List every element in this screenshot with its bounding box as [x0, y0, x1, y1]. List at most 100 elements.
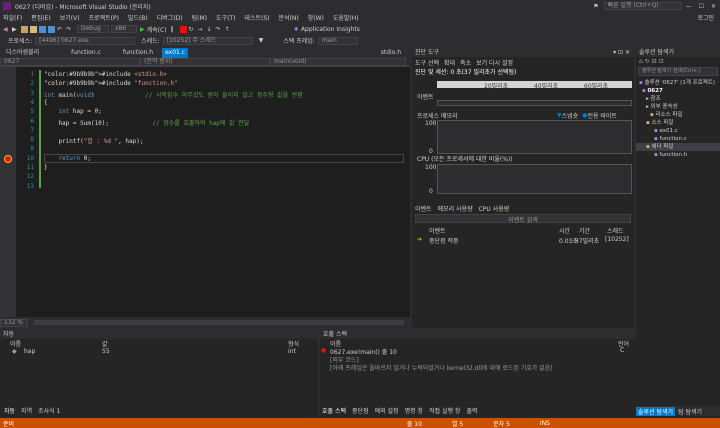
- tab-immediate-window[interactable]: 직접 실행 창: [429, 406, 460, 415]
- filter-icon[interactable]: ▼: [259, 37, 264, 44]
- app-insights-icon[interactable]: ♦: [294, 26, 299, 33]
- step-over-icon[interactable]: ↷: [216, 26, 223, 33]
- platform-dropdown[interactable]: x86: [111, 25, 137, 33]
- tree-source-files[interactable]: ▪ 소스 파일: [636, 119, 720, 127]
- new-project-icon[interactable]: [21, 25, 28, 33]
- tree-solution[interactable]: ▪ 솔루션 '0627' (1개 프로젝트): [636, 79, 720, 87]
- menu-file[interactable]: 파일(F): [3, 13, 22, 22]
- tab-locals[interactable]: 지역: [21, 406, 32, 415]
- tree-function-h[interactable]: ▪ function.h: [636, 151, 720, 159]
- memory-graph[interactable]: [437, 120, 632, 154]
- login-link[interactable]: 로그인: [697, 13, 714, 22]
- quick-launch-input[interactable]: 빠른 실행 (Ctrl+Q): [603, 2, 682, 10]
- tab-function-h[interactable]: function.h: [120, 48, 156, 58]
- menu-project[interactable]: 프로젝트(P): [89, 13, 119, 22]
- tab-command-window[interactable]: 명령 창: [405, 406, 423, 415]
- step-out-icon[interactable]: ↑: [225, 26, 232, 33]
- solution-search-input[interactable]: 솔루션 탐색기 검색(Ctrl+;): [638, 67, 718, 76]
- frame-dropdown[interactable]: main: [317, 36, 358, 45]
- menu-team[interactable]: 팀(M): [192, 13, 207, 22]
- tree-external-deps[interactable]: ▸ 외부 종속성: [636, 103, 720, 111]
- back-icon[interactable]: ◀: [3, 26, 10, 33]
- code-line[interactable]: printf("합 : %d ", hap);: [44, 136, 143, 145]
- code-line[interactable]: }: [44, 164, 48, 171]
- break-all-icon[interactable]: ‖: [171, 26, 178, 33]
- continue-button[interactable]: 계속(C): [147, 25, 167, 34]
- code-line[interactable]: int hap = 0;: [44, 108, 101, 115]
- config-dropdown[interactable]: Debug: [77, 25, 109, 33]
- menu-tools[interactable]: 도구(T): [216, 13, 235, 22]
- horizontal-scrollbar[interactable]: [34, 320, 404, 325]
- code-line[interactable]: return 0;: [44, 155, 91, 162]
- menu-analyze[interactable]: 분석(N): [278, 13, 298, 22]
- nav-project-dropdown[interactable]: 0627: [0, 58, 140, 66]
- zoom-in-button[interactable]: 확대: [444, 58, 455, 67]
- tab-stdio-h[interactable]: stdio.h: [378, 48, 404, 58]
- save-icon[interactable]: [39, 25, 46, 33]
- tree-ex01-c[interactable]: ▪ ex01.c: [636, 127, 720, 135]
- cpu-graph[interactable]: [437, 164, 632, 194]
- tree-references[interactable]: ▸ 참조: [636, 95, 720, 103]
- autos-row[interactable]: ◆ hap 55 int: [0, 347, 318, 355]
- undo-icon[interactable]: ↶: [57, 26, 64, 33]
- save-all-icon[interactable]: [48, 25, 55, 33]
- pin-icon[interactable]: ▾ ⊡ ✕: [613, 48, 630, 57]
- code-line[interactable]: {: [44, 99, 48, 106]
- minimize-button[interactable]: —: [686, 3, 692, 10]
- thread-dropdown[interactable]: [10252] 주 스레드: [162, 36, 253, 45]
- tree-project[interactable]: ▪ 0627: [636, 87, 720, 95]
- callstack-row-kernel[interactable]: [아래 프레임은 올바르지 않거나 누락되었거나 kernel32.dll에 대…: [320, 363, 636, 372]
- menu-edit[interactable]: 편집(E): [31, 13, 51, 22]
- step-into-icon[interactable]: ↓: [207, 26, 214, 33]
- menu-test[interactable]: 테스트(S): [244, 13, 269, 22]
- callstack-row-main[interactable]: ● 0627.exe!main() 줄 10 C: [320, 347, 636, 356]
- tab-watch1[interactable]: 조사식 1: [38, 406, 60, 415]
- tree-function-c[interactable]: ▪ function.c: [636, 135, 720, 143]
- maximize-button[interactable]: ☐: [699, 3, 704, 10]
- app-insights-button[interactable]: Application Insights: [301, 26, 360, 33]
- tree-resource-files[interactable]: ▪ 리소스 파일: [636, 111, 720, 119]
- code-editor[interactable]: [0, 67, 410, 317]
- tab-cpu-usage[interactable]: CPU 사용량: [479, 204, 510, 213]
- tab-breakpoints[interactable]: 중단점: [352, 406, 369, 415]
- code-line[interactable]: "color:#9b9b9b">#include <stdio.h>: [44, 71, 167, 78]
- menu-debug[interactable]: 디버그(D): [157, 13, 183, 22]
- tab-memory-usage[interactable]: 메모리 사용량: [438, 204, 473, 213]
- code-line[interactable]: hap = Sum(10); // 함수를 호출하여 hap에 값 전달: [44, 118, 249, 127]
- zoom-dropdown[interactable]: 132 %: [0, 318, 28, 327]
- menu-build[interactable]: 빌드(B): [128, 13, 148, 22]
- menu-view[interactable]: 보기(V): [60, 13, 80, 22]
- menu-help[interactable]: 도움말(H): [333, 13, 359, 22]
- tab-function-c[interactable]: function.c: [68, 48, 104, 58]
- event-search-input[interactable]: 이벤트 검색: [415, 214, 631, 224]
- show-next-statement-icon[interactable]: →: [198, 26, 205, 33]
- tree-header-files[interactable]: ▪ 헤더 파일: [636, 143, 720, 151]
- tab-call-stack[interactable]: 호출 스택: [322, 406, 346, 415]
- zoom-out-button[interactable]: 축소: [460, 58, 471, 67]
- process-dropdown[interactable]: [4496] 0627.exe: [35, 36, 136, 45]
- nav-function-dropdown[interactable]: main(void): [270, 58, 406, 66]
- tab-team-explorer[interactable]: 팀 탐색기: [678, 407, 702, 416]
- event-row[interactable]: ➔ 중단점 적중 0.03초 37밀리초 [10252]: [415, 236, 631, 245]
- close-button[interactable]: ✕: [711, 3, 716, 10]
- tab-events[interactable]: 이벤트: [415, 204, 432, 213]
- continue-icon[interactable]: ▶: [140, 26, 145, 33]
- code-line[interactable]: "color:#9b9b9b">#include "function.h": [44, 80, 178, 87]
- editor-gutter[interactable]: [0, 67, 16, 317]
- callstack-row-external[interactable]: [외부 코드]: [320, 355, 636, 364]
- tab-exception-settings[interactable]: 예외 설정: [375, 406, 399, 415]
- tab-ex01-c[interactable]: ex01.c: [162, 48, 189, 58]
- tools-select-button[interactable]: 도구 선택: [415, 58, 439, 67]
- tab-solution-explorer[interactable]: 솔루션 탐색기: [636, 406, 676, 416]
- nav-scope-dropdown[interactable]: (전역 범위): [140, 58, 270, 66]
- reset-view-button[interactable]: 보기 다시 설정: [476, 58, 513, 67]
- code-line[interactable]: int main(void) // 시작함수 아무것도 받아 들이지 않고 정수…: [44, 90, 303, 99]
- flag-icon[interactable]: ⚑: [593, 3, 598, 10]
- tab-output[interactable]: 출력: [466, 406, 477, 415]
- open-icon[interactable]: [30, 25, 37, 33]
- tab-autos[interactable]: 자동: [4, 406, 15, 415]
- forward-icon[interactable]: ▶: [12, 26, 19, 33]
- restart-icon[interactable]: ↻: [189, 26, 196, 33]
- menu-window[interactable]: 창(W): [308, 13, 324, 22]
- stop-icon[interactable]: [179, 25, 187, 33]
